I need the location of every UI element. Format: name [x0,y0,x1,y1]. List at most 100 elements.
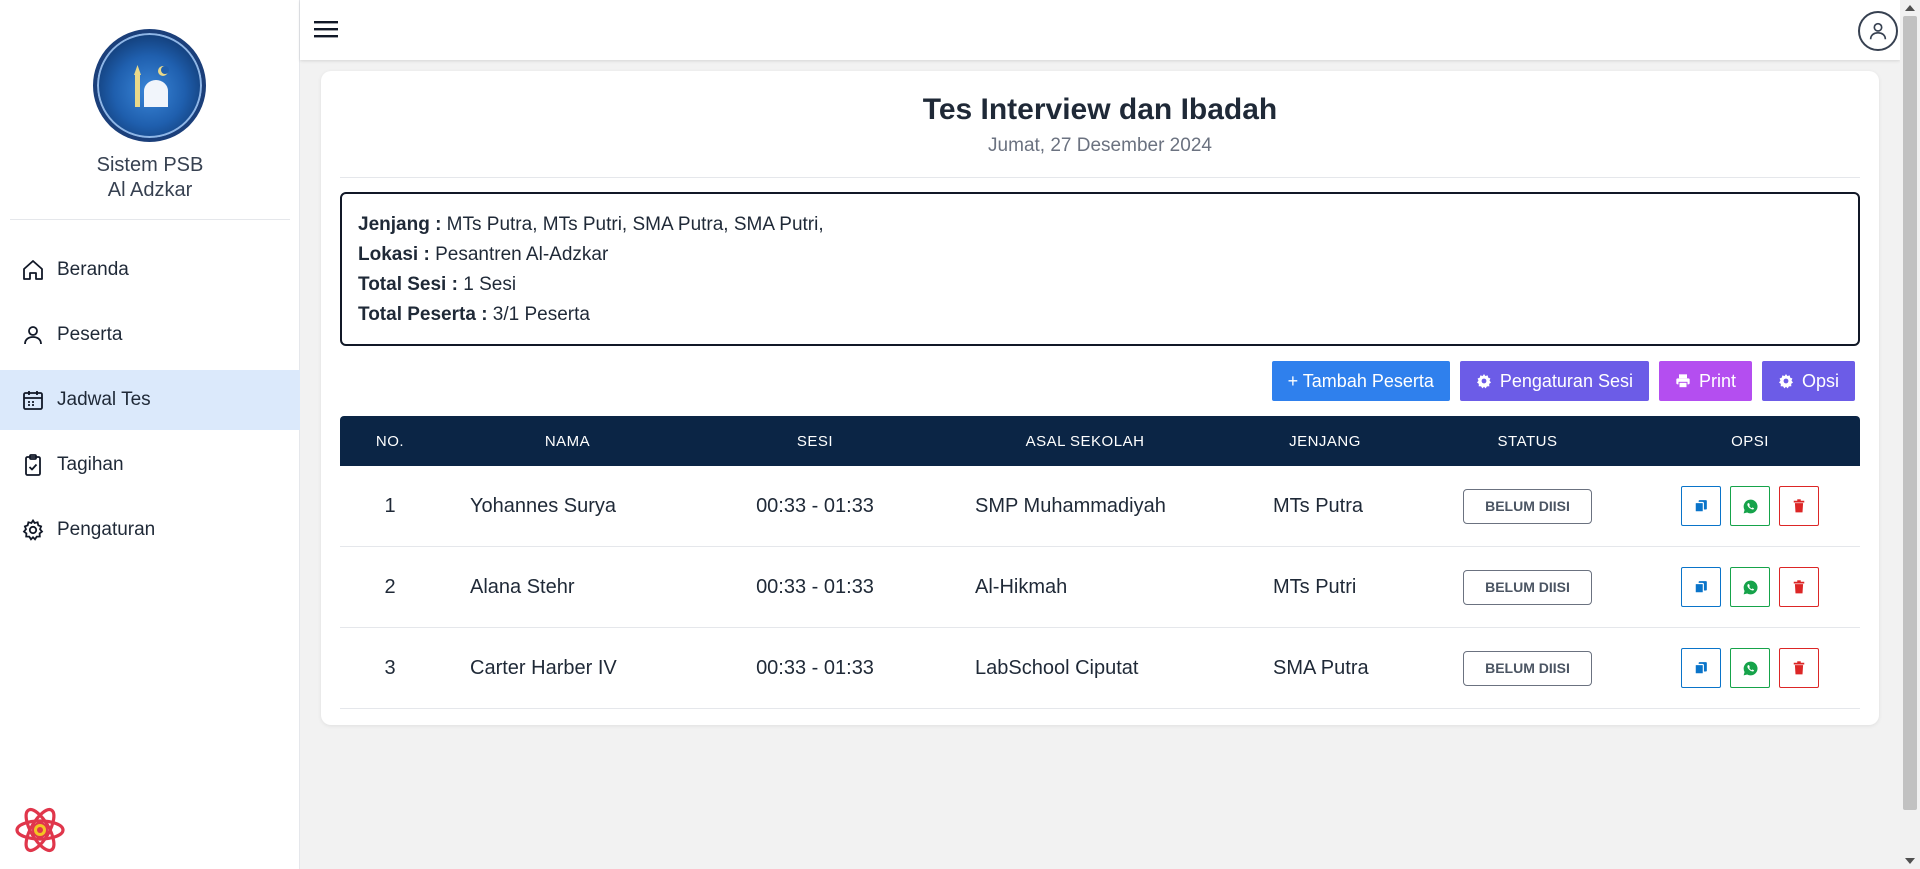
row-actions [1640,648,1860,688]
info-jenjang-label: Jenjang : [358,214,442,235]
sidebar-item-label: Peserta [57,324,123,345]
home-icon [23,260,43,280]
info-total-sesi: Total Sesi : 1 Sesi [358,270,1842,300]
row-actions [1640,486,1860,526]
brand-line-1: Sistem PSB [96,154,204,176]
whatsapp-icon [1743,499,1758,513]
scroll-up-arrow-icon[interactable] [1905,5,1915,11]
info-jenjang-value: MTs Putra, MTs Putri, SMA Putra, SMA Put… [441,214,824,235]
cell-nama: Yohannes Surya [470,494,617,517]
cell-asal-sekolah: Al-Hikmah [975,575,1068,598]
gear-icon [22,518,44,541]
whatsapp-button[interactable] [1730,567,1770,607]
copy-button[interactable] [1681,648,1721,688]
schedule-detail-card: Tes Interview dan Ibadah Jumat, 27 Desem… [321,71,1879,725]
cell-sesi: 00:33 - 01:33 [756,575,874,598]
title-divider [340,177,1860,178]
info-lokasi: Lokasi : Pesantren Al-Adzkar [358,240,1842,270]
column-header-status: STATUS [1497,432,1558,450]
cell-nama: Carter Harber IV [470,656,617,679]
delete-button[interactable] [1779,567,1819,607]
copy-button[interactable] [1681,567,1721,607]
info-total-sesi-value: 1 Sesi [457,274,517,295]
whatsapp-icon [1743,580,1758,594]
copy-button[interactable] [1681,486,1721,526]
print-label: Print [1698,370,1736,391]
print-button[interactable]: Print [1658,361,1752,401]
participants-table: NO. NAMA SESI ASAL SEKOLAH JENJANG STATU… [340,416,1860,709]
info-total-peserta: Total Peserta : 3/1 Peserta [358,300,1842,330]
delete-button[interactable] [1779,648,1819,688]
sidebar-item-beranda[interactable]: Beranda [0,240,300,300]
cell-nama: Alana Stehr [470,575,575,598]
sidebar-item-label: Jadwal Tes [57,389,151,410]
user-icon [24,326,42,345]
options-button[interactable]: Opsi [1761,361,1855,401]
hamburger-menu-icon[interactable] [313,18,339,40]
table-header: NO. NAMA SESI ASAL SEKOLAH JENJANG STATU… [340,416,1860,466]
sidebar-nav: Beranda Peserta Jadwal Tes Tagihan Penga… [0,240,300,565]
add-participant-label: + Tambah Peserta [1287,370,1434,391]
printer-icon [1676,374,1690,389]
table-row: 1 Yohannes Surya 00:33 - 01:33 SMP Muham… [340,466,1860,547]
copy-icon [1694,662,1707,675]
copy-icon [1694,500,1707,513]
brand-line-2: Al Adzkar [107,179,193,201]
info-total-peserta-label: Total Peserta : [358,304,488,325]
page-title: Tes Interview dan Ibadah [922,93,1278,126]
cell-jenjang: MTs Putra [1273,494,1364,517]
sidebar-item-peserta[interactable]: Peserta [0,305,300,365]
sidebar-item-pengaturan[interactable]: Pengaturan [0,500,300,560]
cell-no: 3 [384,656,396,679]
info-total-sesi-label: Total Sesi : [358,274,458,295]
whatsapp-icon [1743,661,1758,675]
cell-no: 1 [384,494,396,517]
sidebar-item-label: Beranda [57,259,129,280]
schedule-info-box: Jenjang : MTs Putra, MTs Putri, SMA Putr… [340,192,1860,346]
cell-jenjang: MTs Putri [1273,575,1357,598]
whatsapp-button[interactable] [1730,648,1770,688]
whatsapp-button[interactable] [1730,486,1770,526]
session-settings-button[interactable]: Pengaturan Sesi [1459,361,1649,401]
schedule-date: Jumat, 27 Desember 2024 [988,135,1212,156]
info-lokasi-value: Pesantren Al-Adzkar [429,244,609,265]
table-row: 2 Alana Stehr 00:33 - 01:33 Al-Hikmah MT… [340,547,1860,628]
vertical-scrollbar[interactable] [1900,0,1920,869]
cell-jenjang: SMA Putra [1273,656,1369,679]
react-logo-icon[interactable] [14,804,66,856]
cell-asal-sekolah: LabSchool Ciputat [975,656,1139,679]
sidebar: Sistem PSB Al Adzkar Beranda Peserta Jad… [0,0,300,869]
sidebar-item-jadwal-tes[interactable]: Jadwal Tes [0,370,300,430]
info-total-peserta-value: 3/1 Peserta [487,304,590,325]
delete-button[interactable] [1779,486,1819,526]
copy-icon [1694,581,1707,594]
clipboard-check-icon [25,454,41,476]
column-header-opsi: OPSI [1731,432,1769,450]
column-header-asal-sekolah: ASAL SEKOLAH [1025,432,1145,450]
table-row: 3 Carter Harber IV 00:33 - 01:33 LabScho… [340,628,1860,709]
status-badge: BELUM DIISI [1463,569,1592,605]
cell-asal-sekolah: SMP Muhammadiyah [975,494,1166,517]
cell-no: 2 [384,575,396,598]
trash-icon [1793,580,1805,594]
status-badge: BELUM DIISI [1463,650,1592,686]
options-label: Opsi [1801,370,1839,391]
add-participant-button[interactable]: + Tambah Peserta [1271,361,1450,401]
gear-icon [1476,374,1491,389]
session-settings-label: Pengaturan Sesi [1499,370,1633,391]
scroll-down-arrow-icon[interactable] [1905,858,1915,864]
sidebar-item-tagihan[interactable]: Tagihan [0,435,300,495]
info-jenjang: Jenjang : MTs Putra, MTs Putri, SMA Putr… [358,210,1842,240]
school-logo [93,29,206,142]
column-header-sesi: SESI [796,432,834,450]
sidebar-item-label: Tagihan [57,454,124,475]
info-lokasi-label: Lokasi : [358,244,430,265]
trash-icon [1793,499,1805,513]
cell-sesi: 00:33 - 01:33 [756,656,874,679]
column-header-nama: NAMA [544,432,591,450]
column-header-jenjang: JENJANG [1289,432,1361,450]
user-avatar-icon [1869,22,1887,40]
scrollbar-thumb[interactable] [1903,16,1917,810]
action-buttons: + Tambah Peserta Pengaturan Sesi Print O… [1271,361,1855,401]
user-account-button[interactable] [1858,11,1898,51]
